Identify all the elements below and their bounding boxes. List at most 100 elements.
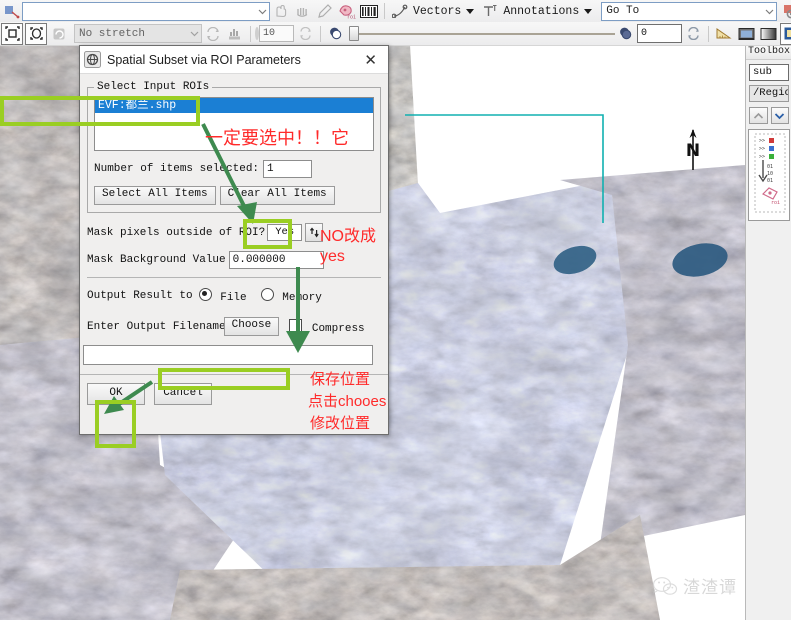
compress-label: Compress — [311, 322, 365, 335]
cancel-button[interactable]: Cancel — [154, 383, 212, 405]
text-annotation-icon[interactable] — [480, 1, 500, 21]
svg-text:N: N — [686, 141, 700, 161]
barcode-icon[interactable] — [359, 1, 379, 21]
histogram-icon[interactable] — [225, 24, 245, 44]
toolbox-up-button[interactable] — [749, 107, 768, 124]
pencil-glyph — [318, 4, 332, 18]
output-result-label: Output Result to — [87, 290, 193, 302]
sync-icon[interactable] — [203, 24, 223, 44]
portal-icon[interactable] — [780, 22, 791, 45]
annotations-caret-icon[interactable] — [584, 8, 593, 14]
chevron-up-icon — [753, 112, 763, 119]
reset-glyph-2 — [687, 27, 699, 40]
brightness-slider[interactable] — [347, 26, 615, 41]
transparency-reset-icon[interactable] — [295, 24, 315, 44]
brightness-left-icon[interactable] — [326, 24, 346, 44]
output-file-label: File — [220, 292, 247, 304]
contrast-glyph — [329, 27, 341, 40]
svg-text:roi: roi — [347, 15, 356, 20]
vectors-caret-icon[interactable] — [466, 8, 475, 14]
vector-node-glyph — [391, 4, 407, 18]
chevron-down-icon — [765, 9, 774, 14]
roi-region-glyph: roi — [339, 5, 356, 20]
transparency-value-input[interactable]: 10 — [259, 25, 294, 42]
toolbox-tree[interactable]: >> >> >> 01 10 01 roi — [748, 129, 790, 221]
output-memory-radio[interactable]: Memory — [260, 288, 322, 304]
annotation-select-note: 一定要选中！！它 — [205, 128, 349, 148]
app-logo-icon — [84, 51, 101, 68]
portal-glyph — [784, 27, 791, 40]
radio-file-icon[interactable] — [198, 288, 212, 301]
ok-button[interactable]: OK — [87, 383, 145, 405]
zoom-extent-icon[interactable] — [25, 22, 47, 45]
checkbox-compress-icon[interactable] — [289, 318, 303, 332]
annotations-menu-label[interactable]: Annotations — [503, 5, 579, 18]
annotation-click-choose: 点击chooes — [308, 393, 387, 410]
items-selected-value[interactable]: 1 — [263, 160, 313, 178]
roi-tool-icon[interactable] — [1, 1, 21, 21]
annotation-no-to-yes-2: yes — [320, 248, 345, 265]
chevron-down-icon — [190, 31, 199, 37]
sync-glyph — [207, 26, 219, 41]
measure-icon[interactable] — [714, 24, 734, 44]
goto-input[interactable]: Go To — [601, 1, 778, 21]
stretch-combo[interactable]: No stretch — [74, 24, 202, 43]
toolbar-separator-2 — [250, 25, 251, 42]
chevron-down-icon — [258, 9, 267, 14]
select-all-items-button[interactable]: Select All Items — [94, 186, 216, 205]
slider-track[interactable] — [359, 32, 615, 35]
clear-all-items-button[interactable]: Clear All Items — [219, 186, 335, 205]
mask-background-label: Mask Background Value — [87, 254, 226, 266]
settings-gear-icon[interactable] — [778, 1, 791, 21]
toolbar-row-bottom: No stretch 10 0 — [0, 22, 791, 46]
close-icon[interactable]: ✕ — [357, 51, 384, 69]
toolbox-panel[interactable]: Toolbox sub /Region >> >> >> 01 10 01 — [745, 45, 791, 620]
refresh-icon[interactable] — [49, 24, 69, 44]
roi-tool-glyph — [4, 6, 19, 19]
choose-button[interactable]: Choose — [223, 317, 280, 336]
pencil-icon[interactable] — [315, 1, 335, 21]
stretch-value: No stretch — [79, 27, 146, 40]
roi-region-icon[interactable]: roi — [337, 1, 357, 21]
brightness-right-icon[interactable] — [616, 24, 636, 44]
brightness-reset-icon[interactable] — [683, 24, 703, 44]
toolbox-path-field[interactable]: /Region — [749, 85, 789, 102]
toolbox-title: Toolbox — [746, 45, 791, 60]
fit-to-window-icon[interactable] — [1, 22, 23, 45]
svg-text:>>: >> — [759, 138, 765, 144]
mask-pixels-toggle[interactable]: Yes — [267, 224, 303, 241]
vector-node-icon[interactable] — [390, 1, 410, 21]
svg-text:01: 01 — [767, 164, 773, 170]
roi-list-item[interactable]: EVF:都兰.shp — [95, 98, 373, 113]
pan-hand-icon[interactable] — [271, 1, 291, 21]
chevron-down-icon — [775, 112, 785, 119]
dialog-divider — [87, 277, 381, 278]
compress-checkbox[interactable]: Compress — [289, 318, 365, 335]
vectors-menu-label[interactable]: Vectors — [413, 5, 461, 18]
snapshot-icon[interactable] — [736, 24, 756, 44]
output-filename-input[interactable] — [83, 345, 373, 365]
grab-hand-icon[interactable] — [293, 1, 313, 21]
slider-handle[interactable] — [349, 26, 359, 41]
coordinate-combo[interactable] — [22, 1, 270, 21]
barcode-glyph — [360, 4, 378, 18]
toolbox-search-input[interactable]: sub — [749, 64, 789, 81]
toolbar-separator — [384, 3, 385, 19]
gradient-icon[interactable] — [758, 24, 778, 44]
toolbox-down-button[interactable] — [770, 107, 789, 124]
svg-text:roi: roi — [771, 200, 780, 206]
refresh-glyph — [53, 28, 65, 39]
select-input-rois-legend: Select Input ROIs — [97, 81, 210, 93]
up-down-arrow-icon — [309, 227, 319, 238]
radio-memory-icon[interactable] — [260, 288, 274, 301]
output-file-radio[interactable]: File — [198, 288, 247, 304]
reset-glyph — [299, 27, 311, 40]
watermark-text: 渣渣谭 — [683, 578, 737, 597]
fit-to-window-glyph — [4, 26, 20, 41]
dialog-titlebar[interactable]: Spatial Subset via ROI Parameters ✕ — [80, 46, 388, 74]
measure-glyph — [716, 28, 732, 39]
toolbar-area: roi Vectors Annotations Go To No stretch… — [0, 0, 791, 46]
mask-background-input[interactable]: 0.000000 — [228, 251, 324, 269]
brightness-value-input[interactable]: 0 — [637, 24, 682, 43]
histogram-glyph — [229, 29, 240, 40]
